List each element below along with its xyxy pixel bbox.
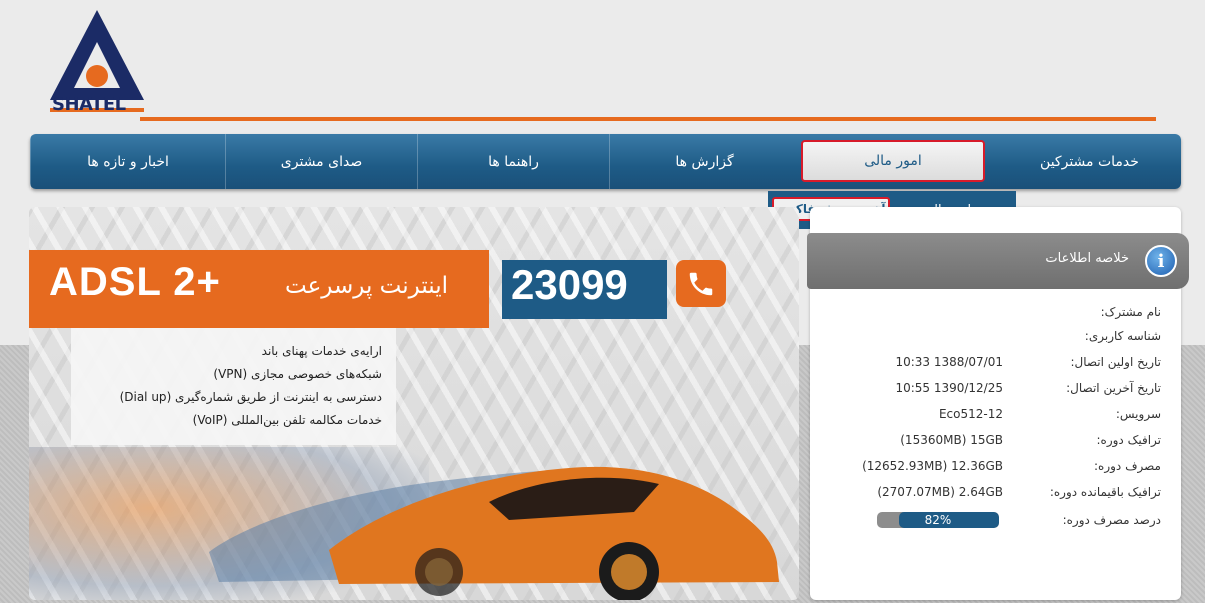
info-row-user-id: شناسه کاربری: xyxy=(810,329,1181,351)
phone-icon xyxy=(676,260,726,307)
info-summary-panel: خلاصه اطلاعات i نام مشترک: شناسه کاربری:… xyxy=(807,207,1189,600)
info-row-period-traffic: ترافیک دوره: (15360MB) 15GB xyxy=(810,433,1181,455)
info-value: 10:55 1390/12/25 xyxy=(895,381,1003,395)
panel-title: خلاصه اطلاعات xyxy=(1045,251,1129,266)
banner-phone-number: 23099 xyxy=(511,261,628,308)
main-nav: خدمات مشترکین امور مالی گزارش ها راهنما … xyxy=(30,134,1181,189)
info-label: ترافیک باقیمانده دوره: xyxy=(1049,485,1161,499)
usage-progress-bar: 82% xyxy=(877,512,999,528)
info-label: سرویس: xyxy=(1115,407,1161,421)
service-item: دسترسی به اینترنت از طریق شماره‌گیری (Di… xyxy=(119,390,382,404)
info-label: درصد مصرف دوره: xyxy=(1062,513,1161,527)
info-row-service: سرویس: Eco512-12 xyxy=(810,407,1181,429)
info-row-remaining-traffic: ترافیک باقیمانده دوره: (2707.07MB) 2.64G… xyxy=(810,485,1181,507)
service-item: ارایه‌ی خدمات پهنای باند xyxy=(261,344,382,358)
banner-adsl-label: ADSL 2+ xyxy=(49,260,221,304)
header-divider xyxy=(140,117,1156,121)
info-value: (15360MB) 15GB xyxy=(900,433,1003,447)
nav-item-news[interactable]: اخبار و تازه ها xyxy=(30,134,225,189)
info-label: مصرف دوره: xyxy=(1094,459,1161,473)
logo-text: SHATEL xyxy=(52,94,126,115)
info-value: (12652.93MB) 12.36GB xyxy=(862,459,1003,473)
info-label: نام مشترک: xyxy=(1100,305,1161,319)
info-label: تاریخ آخرین اتصال: xyxy=(1066,381,1161,395)
service-item: خدمات مکالمه تلفن بین‌المللی (VoIP) xyxy=(192,413,382,427)
service-item: شبکه‌های خصوصی مجازی (VPN) xyxy=(213,367,382,381)
nav-item-customer-voice[interactable]: صدای مشتری xyxy=(225,134,417,189)
banner-headline: اینترنت پرسرعت xyxy=(285,273,449,299)
services-list: ارایه‌ی خدمات پهنای باند شبکه‌های خصوصی … xyxy=(71,328,396,445)
nav-item-guides[interactable]: راهنما ها xyxy=(417,134,609,189)
info-row-subscriber-name: نام مشترک: xyxy=(810,305,1181,327)
info-value: 10:33 1388/07/01 xyxy=(895,355,1003,369)
nav-item-subscriber-services[interactable]: خدمات مشترکین xyxy=(998,134,1181,189)
info-label: شناسه کاربری: xyxy=(1084,329,1161,343)
info-label: ترافیک دوره: xyxy=(1096,433,1161,447)
info-row-period-usage: مصرف دوره: (12652.93MB) 12.36GB xyxy=(810,459,1181,481)
info-icon: i xyxy=(1145,245,1177,277)
info-value: (2707.07MB) 2.64GB xyxy=(877,485,1003,499)
info-label: تاریخ اولین اتصال: xyxy=(1070,355,1161,369)
info-row-last-connection: تاریخ آخرین اتصال: 10:55 1390/12/25 xyxy=(810,381,1181,403)
promo-banner[interactable]: ADSL 2+ اینترنت پرسرعت 23099 ارایه‌ی خدم… xyxy=(29,207,799,600)
nav-item-reports[interactable]: گزارش ها xyxy=(609,134,799,189)
usage-progress-label: 82% xyxy=(924,513,952,527)
panel-header: خلاصه اطلاعات i xyxy=(807,233,1189,289)
sports-car-image xyxy=(209,466,779,600)
info-row-first-connection: تاریخ اولین اتصال: 10:33 1388/07/01 xyxy=(810,355,1181,377)
info-value: Eco512-12 xyxy=(938,407,1003,421)
nav-item-financial[interactable]: امور مالی xyxy=(801,140,985,182)
